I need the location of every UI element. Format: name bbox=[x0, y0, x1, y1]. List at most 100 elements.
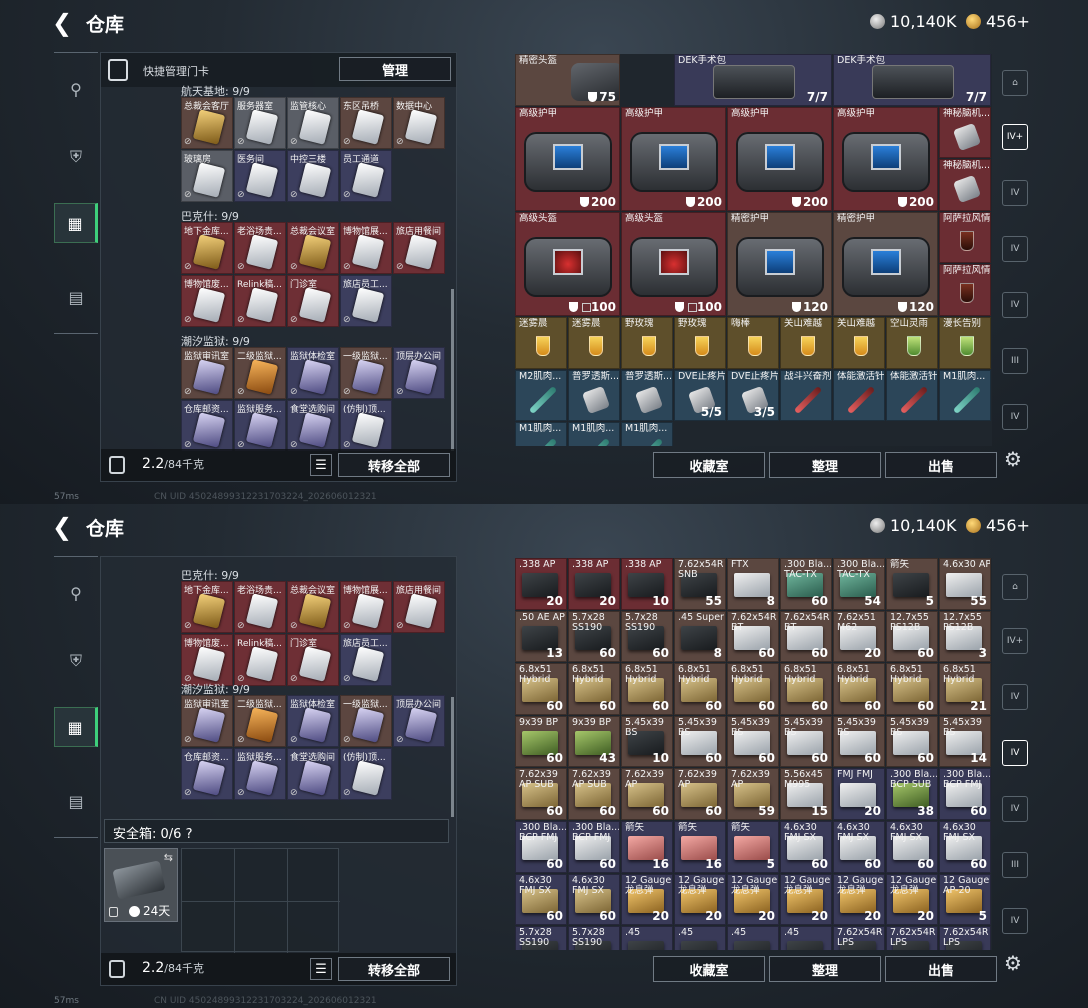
gear-item[interactable]: 高级头盔 100 bbox=[515, 211, 620, 316]
gear-item[interactable]: 阿萨拉风情... bbox=[939, 264, 991, 316]
ammo-item[interactable]: 5.45x39 BS 60 bbox=[674, 715, 726, 768]
gear-item[interactable]: M1肌肉... bbox=[939, 369, 991, 422]
ammo-item[interactable]: 5.7x28 SS190 bbox=[568, 926, 620, 950]
ammo-item[interactable]: 9x39 BP 60 bbox=[515, 715, 567, 768]
gear-item[interactable]: M1肌肉... bbox=[621, 422, 673, 446]
storage-page-iv-icon[interactable]: IV bbox=[1002, 740, 1028, 766]
keycard-item[interactable]: 玻璃房 ⊘ bbox=[181, 150, 233, 202]
keycard-item[interactable]: 监狱体检室 ⊘ bbox=[287, 347, 339, 399]
gear-item[interactable]: 体能激活针 bbox=[833, 369, 885, 422]
keycard-item[interactable]: Relink稿... ⊘ bbox=[234, 634, 286, 686]
ammo-item[interactable]: 7.62x39 AP SUB 60 bbox=[568, 768, 620, 820]
ammo-item[interactable]: .300 Bla... TAC-TX 54 bbox=[833, 558, 885, 610]
back-arrow-icon[interactable]: ❮ bbox=[52, 513, 76, 541]
gear-item[interactable]: M1肌肉... bbox=[515, 422, 567, 446]
keycard-item[interactable]: 博物馆展... ⊘ bbox=[340, 581, 392, 633]
gear-item[interactable]: 高级头盔 100 bbox=[621, 211, 726, 316]
ammo-item[interactable]: 6.8x51 Hybrid 21 bbox=[939, 663, 991, 715]
ammo-item[interactable]: .300 Bla... TAC-TX 60 bbox=[780, 558, 832, 610]
transfer-all-button[interactable]: 转移全部 bbox=[338, 957, 450, 981]
weapon-tab-icon[interactable]: ⚲ bbox=[54, 69, 98, 109]
keycard-tab-icon[interactable]: ▦ bbox=[54, 203, 98, 243]
equipment-tab-icon[interactable]: ⛨ bbox=[54, 641, 98, 681]
storage-page-iv-icon[interactable]: IV bbox=[1002, 180, 1028, 206]
weapon-tab-icon[interactable]: ⚲ bbox=[54, 573, 98, 613]
keycard-item[interactable]: 旅店员工... ⊘ bbox=[340, 275, 392, 327]
ammo-item[interactable]: .300 Bla... BCP FMJ 60 bbox=[568, 821, 620, 873]
ammo-item[interactable]: 12 Gauge 龙息弹 20 bbox=[833, 873, 885, 926]
gear-item[interactable]: 野玫瑰 bbox=[621, 317, 673, 369]
gear-item[interactable]: M2肌肉... bbox=[515, 369, 567, 422]
ammo-item[interactable]: 7.62x39 AP 60 bbox=[621, 768, 673, 820]
gear-item[interactable]: 精密护甲 120 bbox=[727, 211, 832, 316]
ammo-item[interactable]: 6.8x51 Hybrid 60 bbox=[621, 663, 673, 715]
list-view-icon[interactable]: ☰ bbox=[310, 454, 332, 476]
ammo-item[interactable]: 4.6x30 FMJ SX 60 bbox=[833, 821, 885, 873]
ammo-item[interactable]: 5.45x39 BS 14 bbox=[939, 715, 991, 768]
ammo-item[interactable]: 5.45x39 BS 60 bbox=[886, 715, 938, 768]
gear-item[interactable]: 关山难越 bbox=[780, 317, 832, 369]
ammo-item[interactable]: 7.62x51 M62 20 bbox=[833, 610, 885, 663]
ammo-item[interactable]: 6.8x51 Hybrid 60 bbox=[674, 663, 726, 715]
sell-button[interactable]: 出售 bbox=[885, 452, 997, 478]
keycard-item[interactable]: 顶层办公间 ⊘ bbox=[393, 695, 445, 747]
keycard-item[interactable]: 监狱体检室 ⊘ bbox=[287, 695, 339, 747]
keycard-scrollbar[interactable] bbox=[451, 697, 454, 817]
storage-page-iv-icon[interactable]: IV bbox=[1002, 684, 1028, 710]
keycard-scrollbar[interactable] bbox=[451, 289, 454, 451]
ammo-item[interactable]: .338 AP 20 bbox=[515, 558, 567, 610]
ammo-item[interactable]: 12 Gauge 龙息弹 20 bbox=[674, 873, 726, 926]
gear-item[interactable]: DVE止疼片 5/5 bbox=[674, 369, 726, 422]
gear-item[interactable]: 战斗兴奋剂 bbox=[780, 369, 832, 422]
keycard-item[interactable]: 一级监狱... ⊘ bbox=[340, 347, 392, 399]
keycard-item[interactable]: 老浴场贵... ⊘ bbox=[234, 581, 286, 633]
ammo-item[interactable]: 7.62x39 AP SUB 60 bbox=[515, 768, 567, 820]
ammo-item[interactable]: 7.62x54R LPS bbox=[833, 926, 885, 950]
ammo-item[interactable]: 箭矢 16 bbox=[674, 821, 726, 873]
ammo-item[interactable]: 6.8x51 Hybrid 60 bbox=[833, 663, 885, 715]
ammo-item[interactable]: .45 bbox=[780, 926, 832, 950]
gear-item[interactable]: 嗨棒 bbox=[727, 317, 779, 369]
keycard-item[interactable]: 仓库邮资... ⊘ bbox=[181, 748, 233, 800]
ammo-item[interactable]: FTX 8 bbox=[727, 558, 779, 610]
keycard-item[interactable]: 食堂选购间 ⊘ bbox=[287, 748, 339, 800]
gear-item[interactable]: 高级护甲 200 bbox=[515, 106, 620, 211]
gear-item[interactable]: 普罗透斯... bbox=[621, 369, 673, 422]
gear-item[interactable]: DVE止疼片 3/5 bbox=[727, 369, 779, 422]
ammo-item[interactable]: 7.62x39 AP 60 bbox=[674, 768, 726, 820]
storage-page-iv-add-icon[interactable]: IV+ bbox=[1002, 628, 1028, 654]
ammo-item[interactable]: .50 AE AP 13 bbox=[515, 610, 567, 663]
ammo-item[interactable]: 5.56x45 M995 15 bbox=[780, 768, 832, 820]
settings-gear-icon[interactable]: ⚙ bbox=[1004, 951, 1022, 975]
gear-item[interactable]: 迷雾晨 bbox=[568, 317, 620, 369]
ammo-item[interactable]: .45 Super 8 bbox=[674, 610, 726, 663]
keycard-item[interactable]: 门诊室 ⊘ bbox=[287, 275, 339, 327]
storage-page-iv-add-icon[interactable]: IV+ bbox=[1002, 124, 1028, 150]
keycard-item[interactable]: 总裁会客厅 ⊘ bbox=[181, 97, 233, 149]
gear-item[interactable]: 高级护甲 200 bbox=[621, 106, 726, 211]
ammo-item[interactable]: 7.62x54R BT 60 bbox=[727, 610, 779, 663]
ammo-item[interactable]: 5.7x28 SS190 bbox=[515, 926, 567, 950]
keycard-item[interactable]: 总裁会议室 ⊘ bbox=[287, 222, 339, 274]
ammo-item[interactable]: 12 Gauge 龙息弹 20 bbox=[727, 873, 779, 926]
keycard-item[interactable]: 监狱审讯室 ⊘ bbox=[181, 347, 233, 399]
gold-currency[interactable]: 456+ bbox=[966, 12, 1030, 31]
gear-item[interactable]: 神秘脑机... bbox=[939, 159, 991, 211]
bag-tab-icon[interactable]: ▤ bbox=[54, 781, 98, 821]
manage-button[interactable]: 管理 bbox=[339, 57, 451, 81]
keycard-item[interactable]: 旅店用餐间 ⊘ bbox=[393, 222, 445, 274]
keycard-item[interactable]: 数据中心 ⊘ bbox=[393, 97, 445, 149]
gear-item[interactable]: 漫长告别 bbox=[939, 317, 991, 369]
ammo-item[interactable]: 9x39 BP 43 bbox=[568, 715, 620, 768]
ammo-item[interactable]: 7.62x54R BT 60 bbox=[780, 610, 832, 663]
gear-item[interactable]: 神秘脑机... bbox=[939, 106, 991, 159]
equipment-tab-icon[interactable]: ⛨ bbox=[54, 137, 98, 177]
list-view-icon[interactable]: ☰ bbox=[310, 958, 332, 980]
storage-page-iii-icon[interactable]: III bbox=[1002, 852, 1028, 878]
gear-item[interactable]: 精密头盔 75 bbox=[515, 54, 620, 106]
keycard-item[interactable]: 顶层办公间 ⊘ bbox=[393, 347, 445, 399]
collection-room-button[interactable]: 收藏室 bbox=[653, 452, 765, 478]
gear-item[interactable]: 精密护甲 120 bbox=[833, 211, 938, 316]
keycard-item[interactable]: 食堂选购间 ⊘ bbox=[287, 400, 339, 451]
keycard-item[interactable]: 二级监狱... ⊘ bbox=[234, 347, 286, 399]
